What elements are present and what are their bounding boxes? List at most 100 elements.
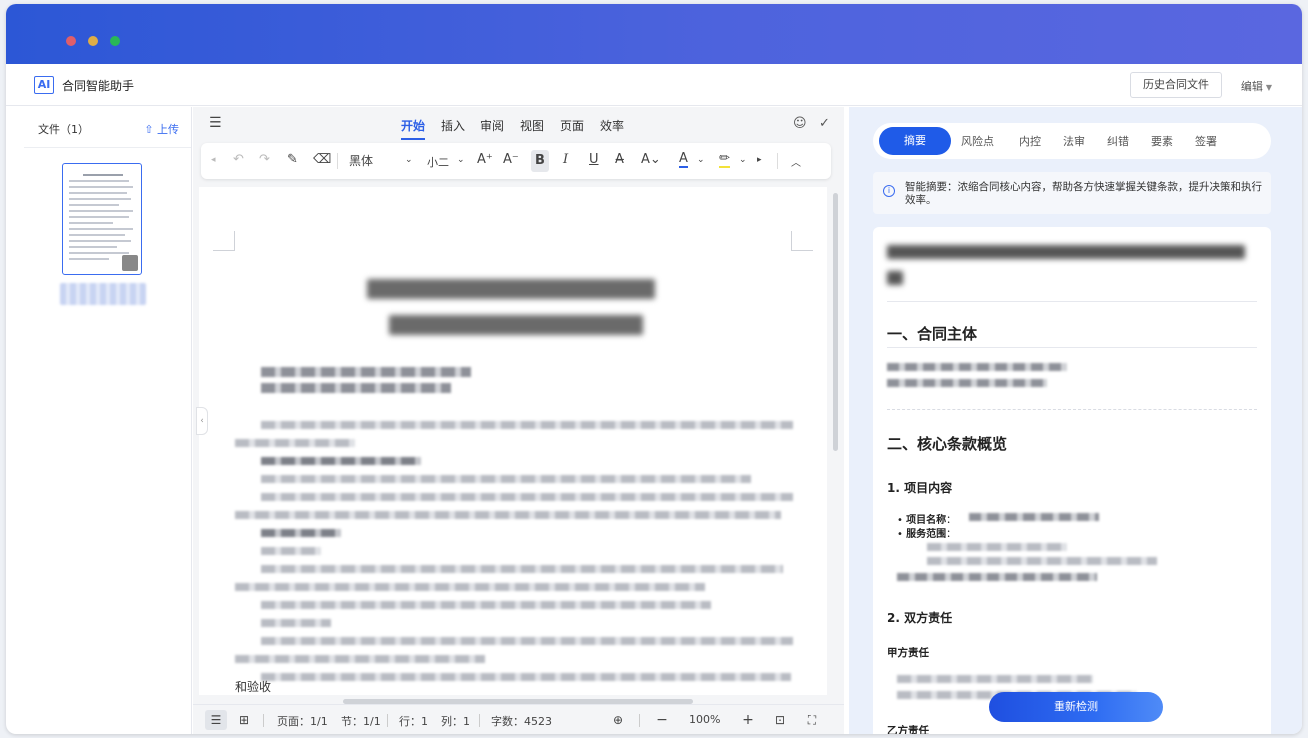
chevron-down-icon[interactable]: ⌄ — [739, 155, 747, 165]
clear-format-icon[interactable]: ⌫ — [313, 152, 331, 167]
assistant-tab-bar: 摘要 风险点 内控 法审 纠错 要素 签署 — [873, 123, 1271, 159]
party-b-responsibility: 乙方责任 — [887, 725, 929, 734]
divider — [24, 147, 191, 148]
info-text: 智能摘要：浓缩合同核心内容，帮助各方快速掌握关键条款，提升决策和执行效率。 — [905, 181, 1262, 206]
tab-insert[interactable]: 插入 — [441, 117, 465, 134]
collapse-toolbar-icon[interactable]: ︿ — [791, 154, 801, 169]
subsection-responsibilities: 2. 双方责任 — [887, 611, 953, 625]
fullscreen-icon[interactable]: ⛶ — [801, 710, 823, 730]
row-indicator: 行：1 — [399, 715, 428, 728]
font-color-icon[interactable]: A — [679, 152, 688, 168]
page-indicator: 页面：1/1 — [277, 715, 328, 728]
tab-internal-control[interactable]: 内控 — [1019, 133, 1041, 149]
format-painter-icon[interactable]: ✎ — [287, 152, 298, 167]
outline-view-icon[interactable]: ☰ — [205, 710, 227, 730]
edit-menu-label: 编辑 — [1240, 80, 1263, 93]
zoom-in-icon[interactable]: + — [737, 710, 759, 730]
list-item: • 项目名称： — [897, 515, 957, 526]
history-contracts-button[interactable]: 历史合同文件 — [1130, 72, 1222, 98]
tab-risk-points[interactable]: 风险点 — [961, 133, 994, 149]
zoom-out-icon[interactable]: − — [651, 710, 673, 730]
recheck-button[interactable]: 重新检测 — [989, 692, 1163, 722]
font-family-select[interactable]: 黑体 — [349, 152, 373, 169]
info-icon: i — [883, 185, 895, 197]
page-corner-mark — [213, 231, 235, 251]
app-window: AI 合同智能助手 历史合同文件 编辑 ▼ 文件（1） ⇧ 上传 ☰ 开始 插入… — [6, 4, 1302, 734]
thumbnail-badge — [122, 255, 138, 271]
file-name-redacted — [60, 283, 146, 305]
section-contract-parties: 一、合同主体 — [887, 325, 978, 343]
summary-content: 一、合同主体 二、核心条款概览 1. 项目内容 • 项目名称： • 服务范围： … — [873, 227, 1271, 734]
tab-elements[interactable]: 要素 — [1151, 133, 1173, 149]
format-toolbar: ◂ ↶ ↷ ✎ ⌫ 黑体 ⌄ 小二 ⌄ A⁺ A⁻ B I U A̶ A⌄ A … — [201, 143, 831, 179]
col-indicator: 列：1 — [441, 715, 470, 728]
document-editor: ☰ 开始 插入 审阅 视图 页面 效率 ☺ ✓ ◂ ↶ ↷ ✎ ⌫ 黑体 ⌄ 小… — [193, 107, 844, 734]
close-window-button[interactable] — [66, 36, 76, 46]
fit-page-icon[interactable]: ⊡ — [769, 710, 791, 730]
tab-summary[interactable]: 摘要 — [879, 127, 951, 155]
increase-font-icon[interactable]: A⁺ — [477, 152, 493, 167]
app-logo: AI — [34, 76, 54, 94]
upload-label: 上传 — [157, 123, 179, 136]
maximize-window-button[interactable] — [110, 36, 120, 46]
document-thumbnail[interactable] — [62, 163, 142, 275]
info-banner: i 智能摘要：浓缩合同核心内容，帮助各方快速掌握关键条款，提升决策和执行效率。 — [873, 172, 1271, 214]
decrease-font-icon[interactable]: A⁻ — [503, 152, 519, 167]
subsection-project-content: 1. 项目内容 — [887, 481, 953, 495]
page-corner-mark — [791, 231, 813, 251]
chevron-down-icon[interactable]: ⌄ — [405, 155, 413, 165]
vertical-scrollbar[interactable] — [833, 193, 838, 451]
page-layout-icon[interactable]: ⊞ — [233, 710, 255, 730]
file-panel: 文件（1） ⇧ 上传 — [24, 107, 192, 734]
tab-page[interactable]: 页面 — [560, 117, 584, 134]
cloud-upload-icon: ⇧ — [144, 123, 157, 136]
file-count-label: 文件（1） — [38, 123, 89, 136]
assistant-panel: 摘要 风险点 内控 法审 纠错 要素 签署 i 智能摘要：浓缩合同核心内容，帮助… — [849, 107, 1302, 734]
tab-view[interactable]: 视图 — [520, 117, 544, 134]
section-core-terms: 二、核心条款概览 — [887, 435, 1008, 453]
app-title: 合同智能助手 — [62, 79, 135, 93]
hamburger-menu-icon[interactable]: ☰ — [209, 115, 222, 131]
minimize-window-button[interactable] — [88, 36, 98, 46]
word-count: 字数：4523 — [491, 715, 552, 728]
font-size-select[interactable]: 小二 — [427, 154, 449, 170]
document-subtitle-redacted — [389, 315, 643, 335]
bold-button[interactable]: B — [531, 150, 549, 172]
collapse-panel-handle[interactable]: ‹ — [196, 407, 208, 435]
zoom-level: 100% — [689, 713, 721, 726]
text-effect-icon[interactable]: A⌄ — [641, 152, 661, 167]
chevron-down-icon[interactable]: ⌄ — [697, 155, 705, 165]
scroll-left-icon[interactable]: ◂ — [211, 155, 216, 165]
tab-legal-review[interactable]: 法审 — [1063, 133, 1085, 149]
assistant-icon[interactable]: ☺ — [793, 116, 807, 131]
chevron-down-icon: ▼ — [1265, 83, 1272, 92]
italic-button[interactable]: I — [563, 152, 568, 167]
globe-icon[interactable]: ⊕ — [607, 710, 629, 730]
check-circle-icon[interactable]: ✓ — [819, 116, 830, 131]
strikethrough-icon[interactable]: A̶ — [615, 152, 624, 167]
redo-icon[interactable]: ↷ — [259, 152, 270, 167]
tab-error-correction[interactable]: 纠错 — [1107, 133, 1129, 149]
section-indicator: 节：1/1 — [341, 715, 381, 728]
service-scope-label: 服务范围 — [906, 529, 947, 540]
contract-title-redacted — [887, 245, 1245, 259]
highlight-icon[interactable]: ✏ — [719, 152, 730, 168]
tab-review[interactable]: 审阅 — [480, 117, 504, 134]
tab-signing[interactable]: 签署 — [1195, 133, 1217, 149]
title-bar — [6, 4, 1302, 64]
underline-button[interactable]: U — [589, 152, 599, 167]
list-item: • 服务范围： — [897, 529, 957, 540]
tab-start[interactable]: 开始 — [401, 117, 426, 140]
party-a-responsibility: 甲方责任 — [887, 647, 929, 659]
editor-tab-bar: ☰ 开始 插入 审阅 视图 页面 效率 ☺ ✓ — [193, 107, 844, 141]
chevron-down-icon[interactable]: ⌄ — [457, 155, 465, 165]
tab-efficiency[interactable]: 效率 — [600, 117, 624, 134]
document-page[interactable]: 和验收 — [199, 187, 827, 695]
upload-button[interactable]: ⇧ 上传 — [144, 121, 179, 137]
more-right-icon[interactable]: ▸ — [757, 155, 762, 165]
undo-icon[interactable]: ↶ — [233, 152, 244, 167]
edit-menu[interactable]: 编辑 ▼ — [1241, 78, 1272, 94]
document-title-redacted — [367, 279, 655, 299]
status-bar: ☰ ⊞ 页面：1/1 节：1/1 行：1 列：1 字数：4523 ⊕ − 100… — [193, 704, 844, 734]
app-header: AI 合同智能助手 历史合同文件 编辑 ▼ — [6, 64, 1302, 106]
